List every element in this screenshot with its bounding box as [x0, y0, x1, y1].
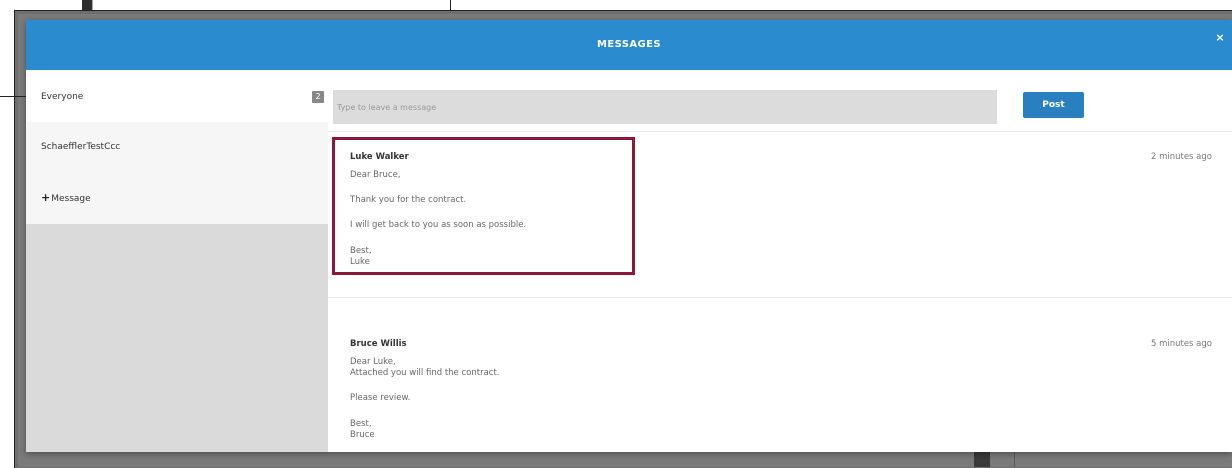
- message-line: Thank you for the contract.: [350, 195, 467, 205]
- message-line: Please review.: [350, 393, 411, 403]
- message-timestamp: 2 minutes ago: [1150, 152, 1212, 162]
- sidebar-item-label: SchaefflerTestCcc: [41, 142, 121, 152]
- message-line: Bruce: [350, 430, 375, 440]
- message-author: Luke Walker: [350, 152, 409, 162]
- message-line: I will get back to you as soon as possib…: [350, 220, 527, 230]
- sidebar-item-everyone[interactable]: Everyone 2: [26, 70, 328, 122]
- message-line: Best,: [350, 419, 372, 429]
- message-line: Luke: [350, 257, 370, 267]
- message-line: Attached you will find the contract.: [350, 368, 500, 378]
- background-stub-line: [1014, 452, 1015, 467]
- new-message-button[interactable]: +Message: [26, 174, 328, 224]
- background-stub: [974, 452, 990, 467]
- modal-title: MESSAGES: [597, 39, 661, 50]
- message-timestamp: 5 minutes ago: [1150, 339, 1212, 349]
- message-input[interactable]: [333, 90, 997, 124]
- plus-icon: +: [41, 191, 51, 204]
- unread-count-badge: 2: [312, 91, 324, 103]
- sidebar-item-schaefflertestccc[interactable]: SchaefflerTestCcc: [26, 122, 328, 174]
- background-tab-marker: [82, 0, 92, 10]
- sidebar-item-label: Everyone: [41, 92, 84, 102]
- message-line: Best,: [350, 246, 372, 256]
- close-icon[interactable]: ×: [1212, 30, 1228, 46]
- messages-modal: MESSAGES × Everyone 2 SchaefflerTestCcc …: [26, 20, 1232, 452]
- message-line: Dear Luke,: [350, 357, 396, 367]
- message-item: Luke Walker 2 minutes ago Dear Bruce, Th…: [328, 132, 1232, 296]
- background-connector-line: [0, 96, 28, 97]
- message-line: Dear Bruce,: [350, 170, 401, 180]
- post-button[interactable]: Post: [1023, 92, 1084, 118]
- message-item: Bruce Willis 5 minutes ago Dear Luke, At…: [328, 298, 1232, 452]
- messages-main: Post Luke Walker 2 minutes ago Dear Bruc…: [328, 70, 1232, 452]
- conversation-sidebar: Everyone 2 SchaefflerTestCcc +Message: [26, 70, 328, 452]
- sidebar-item-label: Message: [51, 194, 91, 204]
- modal-header: MESSAGES ×: [26, 20, 1232, 70]
- message-author: Bruce Willis: [350, 339, 407, 349]
